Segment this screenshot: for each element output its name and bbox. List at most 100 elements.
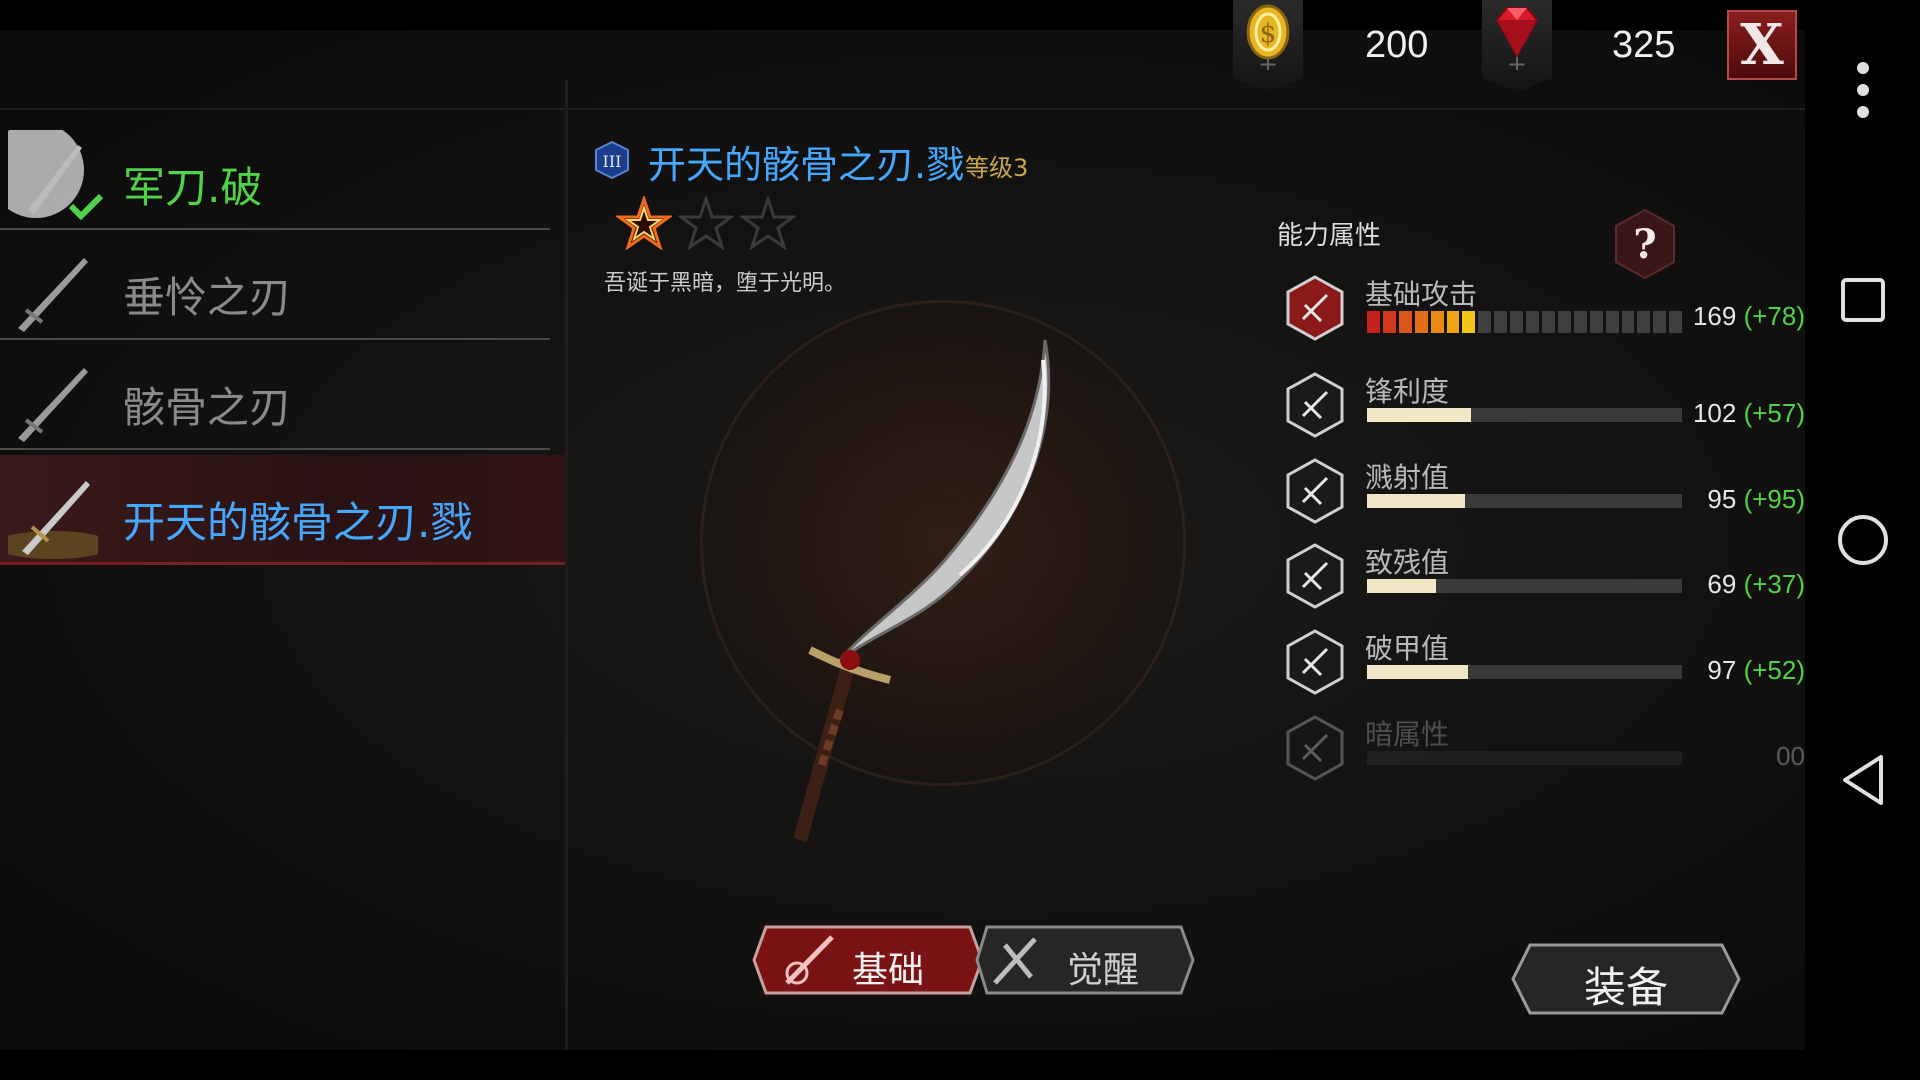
stat-bar-segment xyxy=(1414,311,1428,333)
stat-bonus-value: (+52) xyxy=(1743,655,1805,685)
stat-bar-segment xyxy=(1605,311,1619,333)
stat-bar-segment xyxy=(1382,311,1396,333)
stat-value: 69 (+37) xyxy=(1707,569,1805,600)
equip-button[interactable]: 装备 xyxy=(1510,942,1742,1016)
stat-base-value: 00 xyxy=(1776,741,1805,771)
recent-apps-button[interactable] xyxy=(1805,270,1920,330)
stat-value: 169 (+78) xyxy=(1693,301,1805,332)
tab-awaken[interactable]: 觉醒 xyxy=(975,925,1195,995)
equip-button-label: 装备 xyxy=(1583,963,1668,1012)
stat-bar xyxy=(1367,408,1682,422)
stat-value: 00 xyxy=(1776,741,1805,772)
weapon-name: 骸骨之刃 xyxy=(123,383,292,432)
close-button[interactable]: X xyxy=(1727,10,1797,80)
star-rating xyxy=(616,196,796,250)
stat-label: 基础攻击 xyxy=(1365,278,1478,311)
stat-bar-segment xyxy=(1653,311,1667,333)
weapon-flavor-text: 吾诞于黑暗，堕于光明。 xyxy=(604,271,847,296)
svg-text:+: + xyxy=(1507,50,1527,70)
square-icon xyxy=(1840,278,1885,322)
list-item-weapon-3[interactable]: 骸骨之刃 xyxy=(0,340,565,450)
weapon-level: 等级3 xyxy=(965,154,1029,182)
stat-bar-segmented xyxy=(1367,311,1683,333)
gold-amount: 200 xyxy=(1365,24,1429,66)
stat-bar-segment xyxy=(1541,311,1555,333)
svg-text:III: III xyxy=(603,152,622,171)
tab-awaken-label: 觉醒 xyxy=(1067,950,1140,991)
list-item-weapon-4[interactable]: 开天的骸骨之刃.戮 xyxy=(0,455,565,565)
attack-icon xyxy=(1286,275,1344,341)
stat-base-value: 102 xyxy=(1692,398,1737,428)
stat-base-value: 169 xyxy=(1692,301,1737,331)
curved-blade-weapon-icon xyxy=(793,339,1051,842)
stat-bar-fill xyxy=(1367,408,1471,422)
overflow-menu-button[interactable] xyxy=(1805,60,1920,120)
stat-value: 102 (+57) xyxy=(1693,398,1805,429)
star-empty-icon xyxy=(740,196,796,250)
stat-bar-fill xyxy=(1367,579,1437,593)
overflow-menu-icon xyxy=(1856,62,1869,118)
stat-bar-segment xyxy=(1621,311,1635,333)
equipped-check-icon xyxy=(68,193,104,220)
weapon-name: 开天的骸骨之刃.戮 xyxy=(123,498,473,547)
blade-thumbnail-icon xyxy=(18,258,88,332)
splash-icon xyxy=(1286,458,1344,524)
list-item-weapon-2[interactable]: 垂怜之刃 xyxy=(0,230,565,340)
gold-coin-icon: $ + xyxy=(1246,4,1290,70)
stat-bar-fill xyxy=(1367,665,1468,679)
stat-base-value: 97 xyxy=(1707,655,1737,685)
stat-row: 基础攻击 169 (+78) xyxy=(1285,275,1805,355)
stat-bar-segment xyxy=(1669,311,1683,333)
skull-blade-thumbnail-icon xyxy=(8,481,98,559)
list-divider xyxy=(0,448,550,450)
weapon-title: 开天的骸骨之刃.戮 xyxy=(648,143,965,187)
weapon-name: 垂怜之刃 xyxy=(123,273,292,322)
stat-bar xyxy=(1367,579,1682,593)
back-button[interactable] xyxy=(1805,748,1920,812)
svg-text:$: $ xyxy=(1260,19,1277,49)
svg-text:+: + xyxy=(1258,50,1278,70)
tab-basic[interactable]: 基础 xyxy=(752,925,984,995)
stat-bar-segment xyxy=(1589,311,1603,333)
stat-bar xyxy=(1367,665,1682,679)
gem-add-button[interactable]: + xyxy=(1482,0,1552,92)
stat-label: 溅射值 xyxy=(1365,461,1450,494)
home-button[interactable] xyxy=(1805,508,1920,572)
stat-label: 锋利度 xyxy=(1365,375,1450,408)
stat-bar-segment xyxy=(1367,311,1380,333)
stat-bar-segment xyxy=(1446,311,1460,333)
stat-bar-segment xyxy=(1637,311,1651,333)
stat-row: 致残值 69 (+37) xyxy=(1285,543,1805,623)
stat-value: 95 (+95) xyxy=(1707,484,1805,515)
cripple-icon xyxy=(1286,543,1344,609)
list-item-weapon-1[interactable]: 军刀.破 xyxy=(0,120,565,230)
tier-badge-icon: III xyxy=(595,140,629,180)
weapon-name: 军刀.破 xyxy=(123,163,263,212)
blade-thumbnail-icon xyxy=(18,368,88,442)
stat-bar-segment xyxy=(1526,311,1539,333)
back-triangle-icon xyxy=(1842,755,1883,805)
stat-label: 致残值 xyxy=(1365,546,1450,579)
stat-bar-fill xyxy=(1367,494,1465,508)
stat-value: 97 (+52) xyxy=(1707,655,1805,686)
tab-basic-label: 基础 xyxy=(852,950,925,991)
stat-row: 溅射值 95 (+95) xyxy=(1285,458,1805,538)
circle-icon xyxy=(1837,515,1888,565)
stat-bar xyxy=(1367,494,1682,508)
status-strip-bottom xyxy=(0,1050,1805,1080)
red-gem-icon: + xyxy=(1495,7,1539,70)
panel-separator xyxy=(565,80,568,1050)
stat-bar-segment xyxy=(1462,311,1476,333)
svg-text:?: ? xyxy=(1633,221,1656,268)
stat-bar xyxy=(1367,751,1682,765)
armor-break-icon xyxy=(1286,629,1344,695)
stat-bar-segment xyxy=(1430,311,1444,333)
stat-base-value: 69 xyxy=(1707,569,1737,599)
help-icon[interactable]: ? xyxy=(1614,208,1676,280)
gold-add-button[interactable]: $ + xyxy=(1233,0,1303,92)
dark-element-icon xyxy=(1286,715,1344,781)
stat-bar-segment xyxy=(1510,311,1524,333)
stat-row: 暗属性 00 xyxy=(1285,715,1805,795)
stats-title: 能力属性 xyxy=(1277,221,1382,251)
star-filled-icon xyxy=(616,196,672,250)
